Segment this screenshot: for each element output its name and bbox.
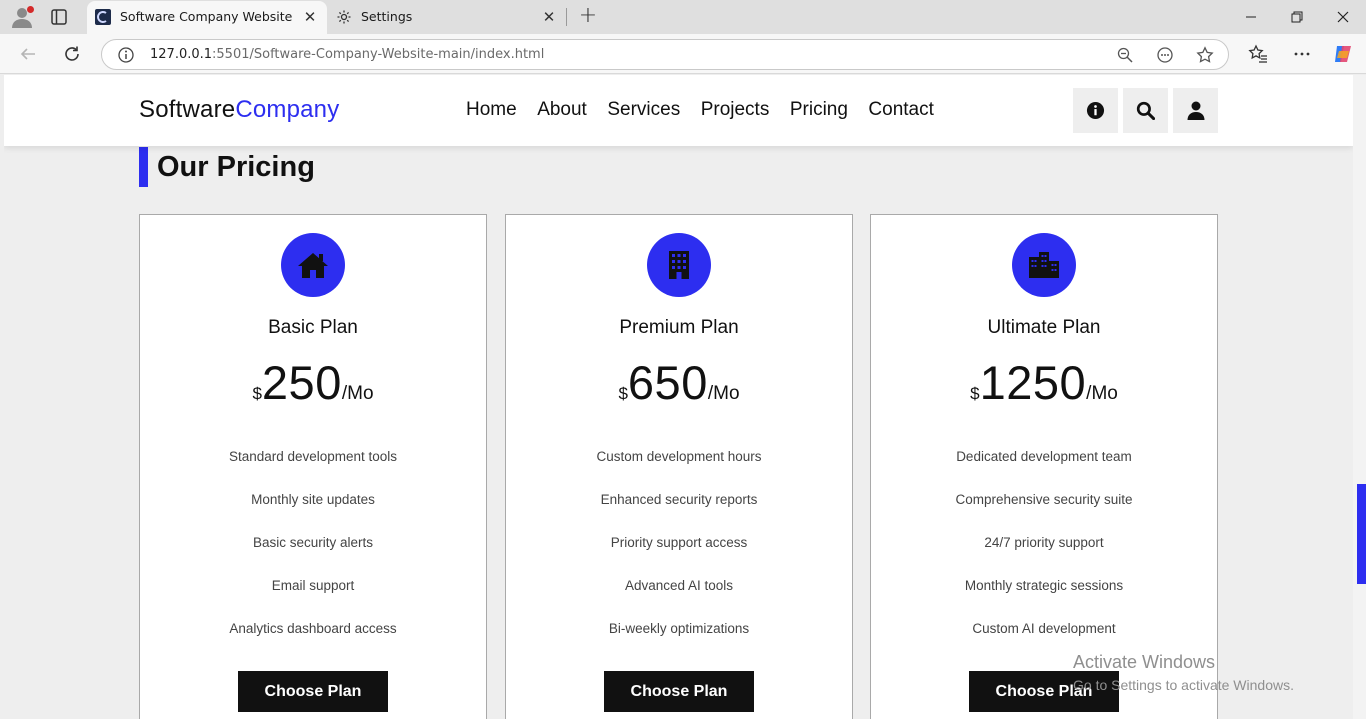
feature-item: Dedicated development team — [956, 449, 1132, 464]
browser-address-bar: 127.0.0.1:5501/Software-Company-Website-… — [0, 34, 1366, 74]
reload-icon[interactable] — [60, 42, 84, 66]
pricing-card-ultimate: Ultimate Plan $1250/Mo Dedicated develop… — [870, 214, 1218, 719]
restore-icon[interactable] — [1274, 0, 1320, 34]
notification-dot — [27, 6, 34, 13]
gear-icon — [336, 9, 352, 25]
feature-item: Email support — [271, 578, 355, 593]
site-logo[interactable]: SoftwareCompany — [139, 96, 339, 124]
pricing-card-premium: Premium Plan $650/Mo Custom development … — [505, 214, 853, 719]
minimize-icon[interactable] — [1228, 0, 1274, 34]
building-icon — [669, 251, 689, 279]
new-tab-icon[interactable]: + — [577, 5, 599, 27]
title-accent-bar — [139, 147, 148, 187]
plan-price: $250/Mo — [140, 355, 486, 410]
feature-item: Analytics dashboard access — [229, 621, 397, 636]
profile-avatar-icon[interactable] — [10, 5, 34, 29]
nav-link-home[interactable]: Home — [466, 99, 517, 121]
plan-name: Basic Plan — [268, 317, 358, 338]
feature-list: Standard development tools Monthly site … — [140, 449, 486, 664]
price-amount: 250 — [261, 356, 342, 409]
feature-list: Custom development hours Enhanced securi… — [506, 449, 852, 664]
favorites-icon[interactable] — [1246, 42, 1270, 66]
tab-title: Settings — [361, 9, 413, 24]
nav-link-services[interactable]: Services — [607, 99, 680, 121]
site-favicon-icon — [95, 9, 111, 25]
pricing-section-title: Our Pricing — [139, 147, 315, 187]
plan-icon-circle — [281, 233, 345, 297]
feature-item: Custom AI development — [972, 621, 1116, 636]
plan-icon-circle — [1012, 233, 1076, 297]
feature-item: Custom development hours — [596, 449, 762, 464]
price-currency: $ — [618, 384, 628, 403]
user-button[interactable] — [1173, 88, 1218, 133]
tab-actions-icon[interactable] — [50, 8, 68, 26]
zoom-out-icon[interactable] — [1116, 46, 1134, 64]
price-period: /Mo — [707, 383, 740, 404]
page-scrollbar[interactable] — [1353, 75, 1366, 719]
nav-link-projects[interactable]: Projects — [701, 99, 770, 121]
info-icon — [1086, 101, 1105, 120]
plan-name: Ultimate Plan — [987, 317, 1101, 338]
nav-link-about[interactable]: About — [537, 99, 587, 121]
logo-main: Software — [139, 96, 236, 123]
scrollbar-thumb[interactable] — [1357, 484, 1366, 584]
plan-icon-circle — [647, 233, 711, 297]
nav-link-pricing[interactable]: Pricing — [790, 99, 848, 121]
feature-item: Monthly strategic sessions — [964, 578, 1124, 593]
search-icon — [1136, 101, 1155, 120]
main-nav: Home About Services Projects Pricing Con… — [466, 99, 954, 121]
city-icon — [1029, 252, 1059, 278]
nav-link-contact[interactable]: Contact — [868, 99, 933, 121]
plan-price: $1250/Mo — [871, 355, 1217, 410]
price-amount: 1250 — [979, 356, 1087, 409]
tab-software-company[interactable]: Software Company Website ✕ — [87, 1, 327, 34]
tab-separator — [566, 8, 567, 26]
feature-item: Priority support access — [610, 535, 748, 550]
tab-close-icon[interactable]: ✕ — [541, 9, 557, 25]
feature-item: Standard development tools — [228, 449, 398, 464]
feature-item: Comprehensive security suite — [955, 492, 1133, 507]
copilot-icon[interactable] — [1331, 42, 1355, 66]
reading-mode-icon[interactable] — [1156, 46, 1174, 64]
home-icon — [298, 253, 328, 278]
choose-plan-button[interactable]: Choose Plan — [969, 671, 1119, 712]
search-button[interactable] — [1123, 88, 1168, 133]
browser-tab-bar: Software Company Website ✕ Settings ✕ + — [0, 0, 1366, 34]
choose-plan-button[interactable]: Choose Plan — [238, 671, 388, 712]
price-period: /Mo — [341, 383, 374, 404]
feature-item: 24/7 priority support — [984, 535, 1104, 550]
tab-title: Software Company Website — [120, 9, 293, 24]
feature-item: Basic security alerts — [252, 535, 374, 550]
url-host: 127.0.0.1 — [150, 47, 213, 62]
feature-list: Dedicated development team Comprehensive… — [871, 449, 1217, 664]
logo-accent: Company — [235, 96, 340, 123]
choose-plan-button[interactable]: Choose Plan — [604, 671, 754, 712]
pricing-card-basic: Basic Plan $250/Mo Standard development … — [139, 214, 487, 719]
tab-settings[interactable]: Settings ✕ — [328, 1, 566, 34]
price-period: /Mo — [1086, 383, 1118, 404]
tab-close-icon[interactable]: ✕ — [302, 9, 318, 25]
feature-item: Monthly site updates — [251, 492, 375, 507]
site-info-icon[interactable] — [117, 46, 135, 64]
favorite-star-icon[interactable] — [1196, 46, 1214, 64]
window-close-icon[interactable] — [1320, 0, 1366, 34]
feature-item: Bi-weekly optimizations — [608, 621, 750, 636]
price-currency: $ — [252, 384, 262, 403]
price-amount: 650 — [627, 356, 708, 409]
more-options-icon[interactable] — [1290, 42, 1314, 66]
feature-item: Advanced AI tools — [624, 578, 734, 593]
price-currency: $ — [970, 384, 980, 403]
page-title: Our Pricing — [157, 150, 315, 183]
user-icon — [1187, 101, 1204, 120]
plan-price: $650/Mo — [506, 355, 852, 410]
url-text: 127.0.0.1:5501/Software-Company-Website-… — [150, 47, 544, 62]
info-button[interactable] — [1073, 88, 1118, 133]
plan-name: Premium Plan — [619, 317, 739, 338]
feature-item: Enhanced security reports — [600, 492, 758, 507]
back-arrow-icon[interactable] — [16, 42, 40, 66]
url-field[interactable]: 127.0.0.1:5501/Software-Company-Website-… — [101, 39, 1229, 70]
page-viewport: SoftwareCompany Home About Services Proj… — [4, 75, 1353, 719]
site-header: SoftwareCompany Home About Services Proj… — [4, 75, 1353, 146]
url-path: :5501/Software-Company-Website-main/inde… — [212, 47, 545, 62]
